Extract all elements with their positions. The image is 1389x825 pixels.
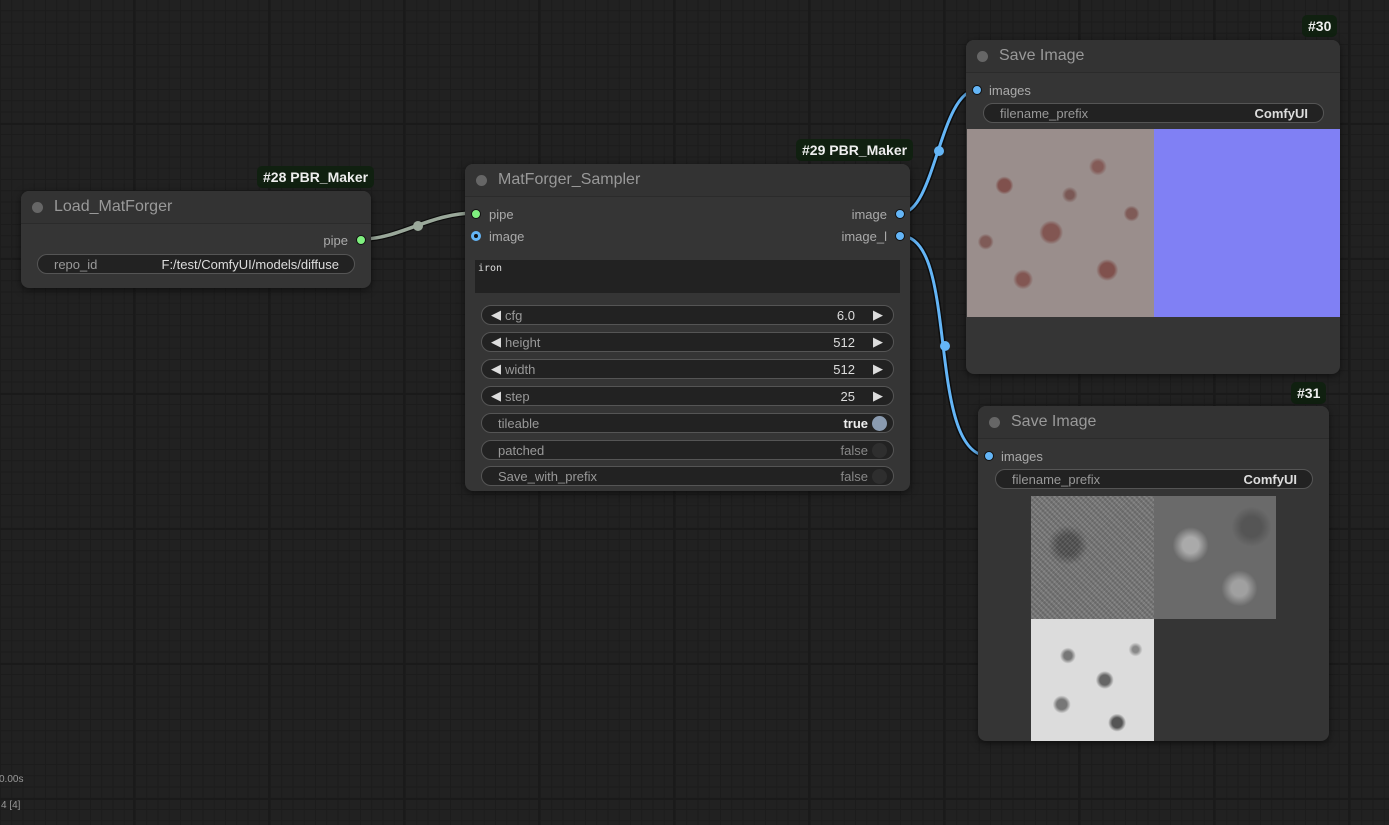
slot-label: images	[989, 82, 1031, 98]
node-badge: #29 PBR_Maker	[796, 139, 914, 161]
widget-label: width	[505, 361, 536, 377]
collapse-dot-icon[interactable]	[989, 416, 1000, 428]
toggle-value: true	[843, 415, 868, 431]
image-slot-icon[interactable]	[984, 451, 994, 461]
increment-arrow-icon[interactable]: ▶	[869, 361, 887, 377]
decrement-arrow-icon[interactable]: ◀	[487, 307, 505, 323]
height-widget[interactable]: ◀ height 512 ▶	[481, 332, 894, 352]
increment-arrow-icon[interactable]: ▶	[869, 388, 887, 404]
image-link-31-midpoint[interactable]	[940, 341, 950, 351]
widget-label: Save_with_prefix	[498, 468, 597, 484]
widget-value: ComfyUI	[1254, 105, 1308, 121]
image-slot-icon[interactable]	[895, 231, 905, 241]
save-image-node-31[interactable]: Save Image images filename_prefix ComfyU…	[978, 406, 1329, 741]
input-slot-image[interactable]: image	[471, 225, 524, 247]
image-slot-icon[interactable]	[895, 209, 905, 219]
filename-prefix-widget[interactable]: filename_prefix ComfyUI	[995, 469, 1313, 489]
widget-label: cfg	[505, 307, 523, 323]
stats-line: 0	[0, 786, 23, 799]
widget-value: ComfyUI	[1243, 471, 1297, 487]
collapse-dot-icon[interactable]	[977, 50, 988, 62]
tileable-toggle[interactable]: tileable true	[481, 413, 894, 433]
widget-label: repo_id	[54, 256, 98, 272]
node-title: Load_MatForger	[54, 198, 173, 215]
node-title: Save Image	[1011, 413, 1097, 430]
toggle-value: false	[840, 468, 868, 484]
slot-label: image	[851, 206, 887, 222]
cfg-widget[interactable]: ◀ cfg 6.0 ▶	[481, 305, 894, 325]
widget-label: patched	[498, 442, 545, 458]
save-with-prefix-toggle[interactable]: Save_with_prefix false	[481, 466, 894, 486]
pipe-slot-icon[interactable]	[356, 235, 366, 245]
widget-value: 6.0	[836, 307, 855, 323]
pipe-slot-icon[interactable]	[471, 209, 481, 219]
slot-label: images	[1001, 448, 1043, 464]
increment-arrow-icon[interactable]: ▶	[869, 334, 887, 350]
image-slot-icon[interactable]	[471, 231, 481, 241]
decrement-arrow-icon[interactable]: ◀	[487, 388, 505, 404]
stats-readout: 0.00s 0 4 [4] 8	[0, 773, 23, 825]
node-header[interactable]: Save Image	[966, 40, 1340, 73]
width-widget[interactable]: ◀ width 512 ▶	[481, 359, 894, 379]
input-slot-images[interactable]: images	[972, 79, 1031, 101]
albedo-texture-image[interactable]	[967, 129, 1154, 317]
pipe-link-midpoint[interactable]	[413, 221, 423, 231]
prompt-textarea[interactable]: iron	[475, 260, 900, 293]
patched-toggle[interactable]: patched false	[481, 440, 894, 460]
save-image-node-30[interactable]: Save Image images filename_prefix ComfyU…	[966, 40, 1340, 374]
decrement-arrow-icon[interactable]: ◀	[487, 361, 505, 377]
widget-value: 512	[833, 334, 855, 350]
input-slot-pipe[interactable]: pipe	[471, 203, 514, 225]
filename-prefix-widget[interactable]: filename_prefix ComfyUI	[983, 103, 1324, 123]
slot-label: image	[489, 228, 525, 244]
node-badge: #30	[1302, 15, 1338, 37]
widget-value: 512	[833, 361, 855, 377]
node-badge: #28 PBR_Maker	[257, 166, 375, 188]
toggle-off-knob-icon[interactable]	[872, 442, 887, 458]
image-link-30-midpoint[interactable]	[934, 146, 944, 156]
normal-map-image[interactable]	[1154, 129, 1340, 317]
node-header[interactable]: MatForger_Sampler	[465, 164, 910, 197]
output-slot-pipe[interactable]: pipe	[323, 229, 366, 251]
widget-label: tileable	[498, 415, 540, 431]
slot-label: pipe	[489, 206, 514, 222]
decrement-arrow-icon[interactable]: ◀	[487, 334, 505, 350]
repo-id-widget[interactable]: repo_id F:/test/ComfyUI/models/diffuse	[37, 254, 355, 274]
collapse-dot-icon[interactable]	[476, 174, 487, 186]
node-badge: #31	[1291, 382, 1327, 404]
pipe-link	[361, 210, 476, 242]
node-title: Save Image	[999, 47, 1085, 64]
widget-label: height	[505, 334, 541, 350]
load-matforger-node[interactable]: Load_MatForger pipe repo_id F:/test/Comf…	[21, 191, 371, 288]
toggle-on-knob-icon[interactable]	[872, 415, 887, 431]
node-header[interactable]: Save Image	[978, 406, 1329, 439]
widget-value: 25	[840, 388, 855, 404]
toggle-off-knob-icon[interactable]	[872, 468, 887, 484]
widget-label: filename_prefix	[1000, 105, 1089, 121]
output-slot-image-l[interactable]: image_l	[841, 225, 905, 247]
widget-label: step	[505, 388, 530, 404]
matforger-sampler-node[interactable]: MatForger_Sampler pipe image image image…	[465, 164, 910, 491]
height-map-image[interactable]	[1154, 496, 1276, 619]
toggle-value: false	[840, 442, 868, 458]
node-title: MatForger_Sampler	[498, 171, 641, 188]
roughness-map-image[interactable]	[1031, 496, 1154, 619]
pipe-link-line	[361, 211, 476, 241]
collapse-dot-icon[interactable]	[32, 201, 43, 213]
stats-line: 0.00s	[0, 774, 24, 785]
widget-label: filename_prefix	[1012, 471, 1101, 487]
image-slot-icon[interactable]	[972, 85, 982, 95]
increment-arrow-icon[interactable]: ▶	[869, 307, 887, 323]
input-slot-images[interactable]: images	[984, 445, 1043, 467]
metallic-map-image[interactable]	[1031, 619, 1154, 741]
slot-label: image_l	[841, 228, 887, 244]
node-header[interactable]: Load_MatForger	[21, 191, 371, 224]
output-slot-image[interactable]: image	[852, 203, 905, 225]
widget-value: F:/test/ComfyUI/models/diffuse	[161, 256, 340, 272]
slot-label: pipe	[323, 232, 348, 248]
step-widget[interactable]: ◀ step 25 ▶	[481, 386, 894, 406]
stats-line: 4 [4]	[1, 800, 21, 811]
